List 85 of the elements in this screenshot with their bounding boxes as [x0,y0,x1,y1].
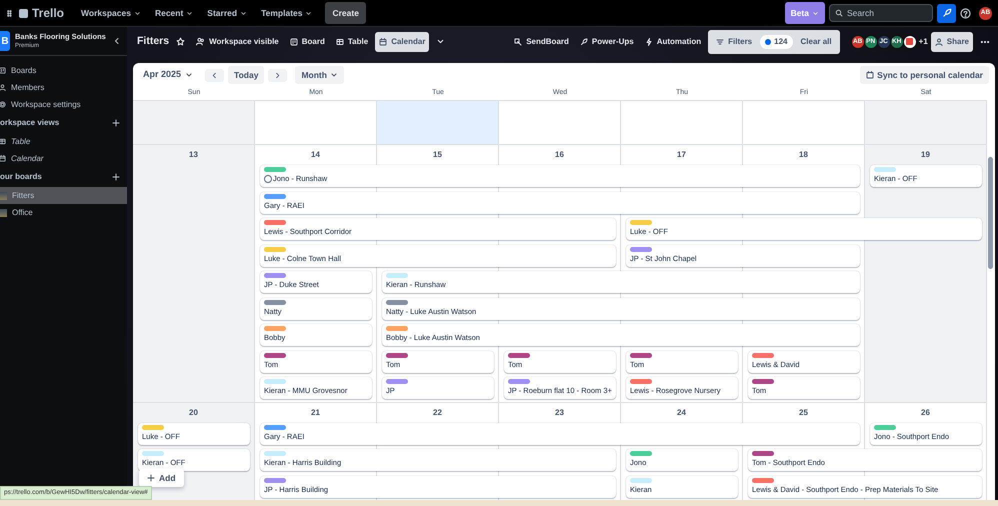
day-number: 18 [799,150,808,159]
caret-icon [305,10,312,16]
trello-logo-icon [19,8,28,18]
day-number: 25 [799,408,808,416]
board-item[interactable]: Fitters [0,187,127,204]
create-button[interactable]: Create [325,2,366,24]
section-heading: orkspace views [0,117,60,129]
calendar-icon [866,71,874,79]
plus-icon [147,474,155,482]
filter-icon [716,38,724,46]
day-number: 20 [189,408,198,416]
caret-icon [436,37,446,46]
sidebar-item[interactable]: Boards [11,64,36,76]
star-icon [176,37,186,46]
range-dropdown[interactable]: Month [295,66,344,84]
workspace-avatar: B [0,31,10,51]
add-icon [112,173,120,181]
day-number: 16 [555,150,564,159]
sidebar-item[interactable]: Workspace settings [11,98,81,110]
filters-button[interactable]: Filters [712,32,756,52]
day-number: 23 [555,408,564,416]
board-icon [0,67,6,74]
board-item[interactable]: Office [0,204,127,221]
caret-icon [185,71,194,79]
view-tab[interactable]: Board [286,32,329,52]
add-icon [112,119,120,127]
next-icon [274,72,282,78]
logo-text: Trello [32,5,64,22]
caret-icon [186,10,194,16]
month-picker[interactable]: Apr 2025 [139,65,198,85]
help-icon [960,8,971,18]
previous-icon [211,72,218,78]
day-number: 13 [189,150,198,159]
sidebar-item[interactable]: Members [11,82,44,94]
share-button[interactable]: Share [930,32,973,52]
day-number: 17 [677,150,686,159]
collapse-icon [113,37,121,45]
day-number: 15 [433,150,442,159]
person-icon [934,38,943,46]
clear-filters-button[interactable]: Clear all [796,32,836,52]
toolbar-button[interactable]: Power-Ups [576,32,638,52]
board-icon [290,38,298,46]
calendar-icon [379,38,388,46]
view-tab[interactable]: Calendar [375,32,430,52]
member-count: +1 [918,36,928,48]
caret-icon [812,10,819,16]
member-avatar[interactable] [902,34,917,48]
caret-icon [330,71,338,79]
day-number: 19 [921,150,930,159]
calendar-icon [0,155,6,162]
add-button[interactable]: Add [139,468,184,488]
complete-checkbox[interactable] [264,174,272,183]
caret-icon [134,10,141,16]
scrollbar[interactable] [988,157,993,269]
sync-button[interactable]: Sync to personal calendar [860,66,989,84]
table-icon [0,138,6,145]
board-thumbnail-icon [0,208,7,216]
caret-icon [240,10,248,16]
sidebar-item[interactable]: Calendar [11,152,44,164]
toolbar-button[interactable]: SendBoard [510,32,573,52]
sidebar-item[interactable]: Table [11,136,30,148]
nav-menu[interactable]: Workspaces [76,4,146,22]
board-title: Fitters [137,34,170,49]
people-icon [196,37,206,46]
visibility-button[interactable]: Workspace visible [192,32,283,52]
notification-button[interactable] [937,4,956,22]
board-thumbnail-icon [0,192,7,200]
search-field[interactable]: Search [829,4,933,22]
view-tab[interactable]: Table [332,32,372,52]
day-number: 14 [311,150,320,159]
nav-menu[interactable]: Templates [256,4,318,22]
day-number: 26 [921,408,930,416]
table-icon [336,38,344,46]
nav-menu[interactable]: Starred [202,4,252,22]
day-number: 24 [677,408,686,416]
nav-menu[interactable]: Recent [150,4,198,22]
person-icon [0,84,6,91]
today-button[interactable]: Today [228,66,264,84]
toolbar-button[interactable]: Automation [640,32,706,52]
section-heading: our boards [0,171,42,183]
search-icon [835,9,843,17]
filter-count: 124 [760,34,792,48]
day-number: 22 [433,408,442,416]
bolt-icon [644,38,653,46]
day-number: 21 [311,408,320,416]
